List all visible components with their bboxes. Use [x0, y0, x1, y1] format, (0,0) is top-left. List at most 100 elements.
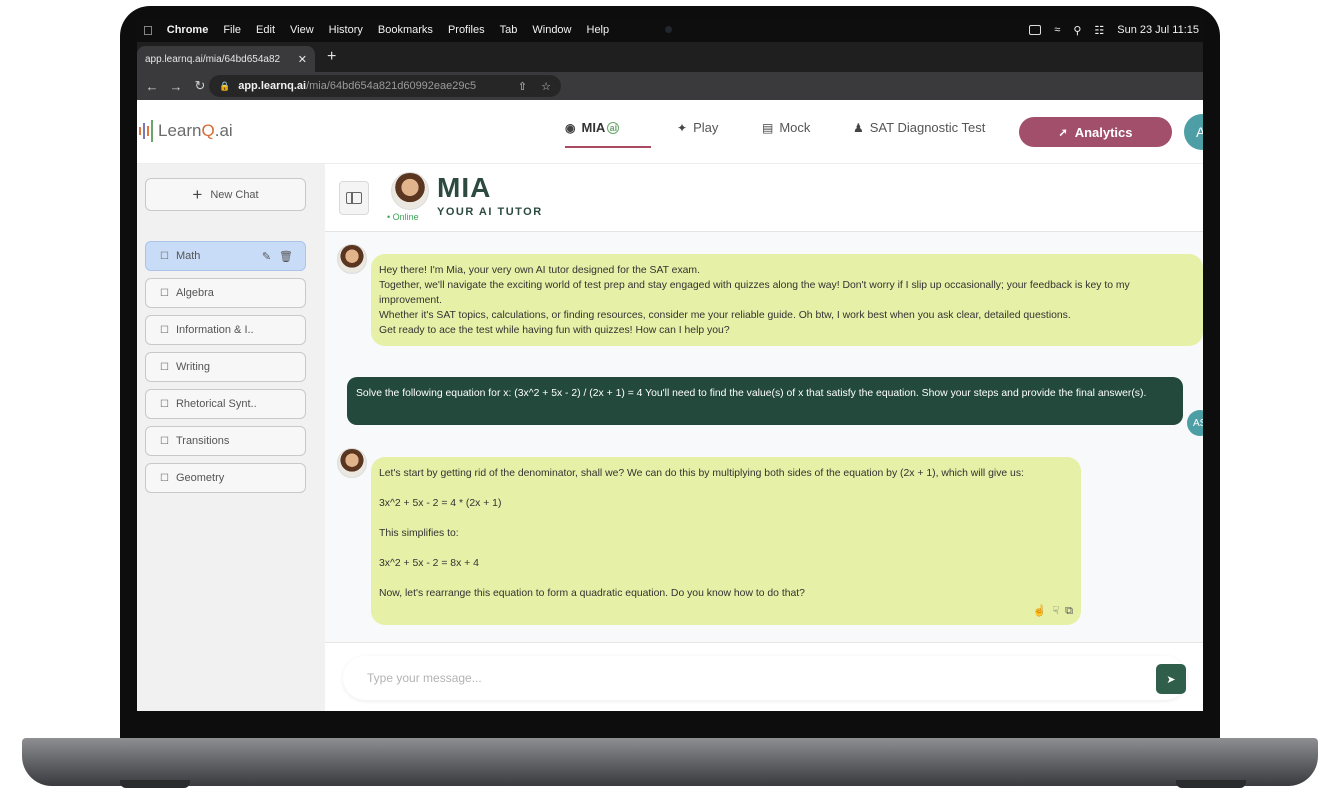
- nav-mia-label: MIA: [581, 120, 606, 135]
- tab-title: app.learnq.ai/mia/64bd654a82: [145, 53, 281, 65]
- new-tab-icon[interactable]: +: [327, 48, 336, 66]
- chat-item-writing[interactable]: ☐ Writing: [145, 352, 306, 382]
- menu-tab[interactable]: Tab: [500, 24, 518, 36]
- menu-window[interactable]: Window: [532, 24, 571, 36]
- message-actions: ☝ ☟ ⧉: [1033, 604, 1073, 619]
- send-icon: ➤: [1166, 673, 1176, 686]
- copy-icon[interactable]: ⧉: [1065, 604, 1073, 619]
- browser-tabstrip: app.learnq.ai/mia/64bd654a82 ✕ +: [137, 42, 1203, 72]
- nav-mock[interactable]: ▤ Mock: [762, 120, 810, 135]
- robot-icon: ◉: [565, 120, 576, 135]
- chat-item-algebra[interactable]: ☐ Algebra: [145, 278, 306, 308]
- menu-file[interactable]: File: [223, 24, 241, 36]
- chat-item-label: Writing: [175, 361, 210, 373]
- chat-item-label: Information & I..: [175, 324, 254, 336]
- thumbs-up-icon[interactable]: ☝: [1033, 604, 1047, 619]
- control-center-icon[interactable]: ☷: [1094, 24, 1104, 37]
- plus-icon: +: [192, 184, 203, 204]
- message-text: This simplifies to:: [379, 528, 459, 539]
- menu-history[interactable]: History: [329, 24, 363, 36]
- message-input[interactable]: [343, 656, 1187, 700]
- laptop-foot-left: [120, 780, 190, 788]
- url-path: /mia/64bd654a821d60992eae29c5: [306, 80, 477, 92]
- chat-item-label: Math: [175, 250, 201, 262]
- browser-tab[interactable]: app.learnq.ai/mia/64bd654a82 ✕: [137, 46, 315, 72]
- logo-text-q: Q: [201, 121, 215, 140]
- back-icon[interactable]: ←: [143, 79, 161, 94]
- menu-profiles[interactable]: Profiles: [448, 24, 485, 36]
- search-icon[interactable]: ⚲: [1073, 24, 1081, 37]
- new-chat-button[interactable]: + New Chat: [145, 178, 306, 211]
- edit-pencil-icon[interactable]: ✎: [262, 250, 271, 263]
- app-header: Learn Q .ai ◉ MIA ai ✦ Play ▤ Mock ♟ SAT D…: [137, 100, 1203, 164]
- user-avatar[interactable]: A: [1184, 114, 1203, 150]
- nav-sat-diagnostic[interactable]: ♟ SAT Diagnostic Test: [853, 120, 985, 135]
- nav-play[interactable]: ✦ Play: [677, 120, 718, 135]
- bot-message: Hey there! I'm Mia, your very own AI tut…: [371, 254, 1203, 346]
- chat-item-information[interactable]: ☐ Information & I..: [145, 315, 306, 345]
- bot-avatar: [337, 244, 367, 274]
- learnq-logo[interactable]: Learn Q .ai: [139, 120, 233, 142]
- menu-bookmarks[interactable]: Bookmarks: [378, 24, 433, 36]
- chat-bubble-icon: ☐: [160, 472, 169, 484]
- nav-mock-label: Mock: [779, 120, 811, 135]
- mia-subtitle: YOUR AI TUTOR: [437, 206, 543, 218]
- message-text: Now, let's rearrange this equation to fo…: [379, 588, 805, 599]
- message-text: 3x^2 + 5x - 2 = 8x + 4: [379, 558, 479, 569]
- chat-bubble-icon: ☐: [160, 435, 169, 447]
- chat-bubble-icon: ☐: [160, 361, 169, 373]
- mia-badge-icon: ai: [607, 121, 620, 134]
- chat-item-geometry[interactable]: ☐ Geometry: [145, 463, 306, 493]
- send-button[interactable]: ➤: [1156, 664, 1186, 694]
- share-icon[interactable]: ⇧: [518, 80, 527, 93]
- chat-item-transitions[interactable]: ☐ Transitions: [145, 426, 306, 456]
- clock[interactable]: Sun 23 Jul 11:15: [1117, 24, 1199, 36]
- url-host: app.learnq.ai: [238, 80, 307, 92]
- nav-sat-label: SAT Diagnostic Test: [869, 120, 986, 135]
- analytics-button[interactable]: ➚ Analytics: [1019, 117, 1172, 147]
- address-bar[interactable]: 🔒 app.learnq.ai /mia/64bd654a821d60992ea…: [209, 75, 561, 97]
- bookmark-star-icon[interactable]: ☆: [541, 80, 551, 93]
- logo-bars-icon: [139, 120, 153, 142]
- laptop-base: [22, 738, 1318, 786]
- status-icons: ≈ ⚲ ☷ Sun 23 Jul 11:15: [1029, 24, 1203, 37]
- chat-item-label: Geometry: [175, 472, 225, 484]
- message-composer: ➤: [325, 642, 1203, 711]
- menu-view[interactable]: View: [290, 24, 314, 36]
- chat-main: • Online MIA YOUR AI TUTOR Hey there! I'…: [325, 164, 1203, 711]
- chat-item-rhetorical[interactable]: ☐ Rhetorical Synt..: [145, 389, 306, 419]
- forward-icon[interactable]: →: [167, 79, 185, 94]
- chat-item-label: Algebra: [175, 287, 214, 299]
- nav-mia[interactable]: ◉ MIA ai: [565, 120, 620, 135]
- message-text: Solve the following equation for x: (3x^…: [356, 388, 1147, 399]
- chat-bubble-icon: ☐: [160, 324, 169, 336]
- user-message-avatar: AS: [1187, 410, 1203, 436]
- nav-play-label: Play: [693, 120, 719, 135]
- mia-header: • Online MIA YOUR AI TUTOR: [325, 164, 1203, 232]
- wifi-icon[interactable]: ≈: [1054, 24, 1060, 36]
- menu-help[interactable]: Help: [587, 24, 610, 36]
- reload-icon[interactable]: ↻: [191, 78, 209, 94]
- close-icon[interactable]: ✕: [298, 53, 307, 66]
- thumbs-down-icon[interactable]: ☟: [1052, 604, 1059, 619]
- document-icon: ▤: [762, 120, 774, 135]
- message-text: 3x^2 + 5x - 2 = 4 * (2x + 1): [379, 498, 502, 509]
- sidebar-toggle-button[interactable]: [339, 181, 369, 215]
- message-text: Get ready to ace the test while having f…: [379, 325, 730, 336]
- message-text: Hey there! I'm Mia, your very own AI tut…: [379, 265, 700, 276]
- analytics-label: Analytics: [1074, 124, 1133, 140]
- chat-item-math[interactable]: ☐ Math ✎ 🗑: [145, 241, 306, 271]
- apple-icon[interactable]: : [143, 23, 153, 38]
- message-text: Let's start by getting rid of the denomi…: [379, 468, 1024, 479]
- trash-icon[interactable]: 🗑: [279, 250, 293, 263]
- chat-item-label: Transitions: [175, 435, 230, 447]
- screen:  Chrome File Edit View History Bookmark…: [137, 18, 1203, 711]
- menu-edit[interactable]: Edit: [256, 24, 275, 36]
- chat-sidebar: + New Chat ☐ Math ✎ 🗑 ☐ Algebra ☐ Inform…: [137, 164, 325, 711]
- browser-toolbar: ← → ↻ 🔒 app.learnq.ai /mia/64bd654a821d6…: [137, 72, 1203, 100]
- trend-icon: ➚: [1058, 126, 1068, 139]
- mia-title: MIA: [437, 172, 492, 203]
- menu-app-name[interactable]: Chrome: [167, 24, 209, 36]
- battery-icon[interactable]: [1029, 25, 1042, 35]
- gamepad-icon: ✦: [677, 120, 688, 135]
